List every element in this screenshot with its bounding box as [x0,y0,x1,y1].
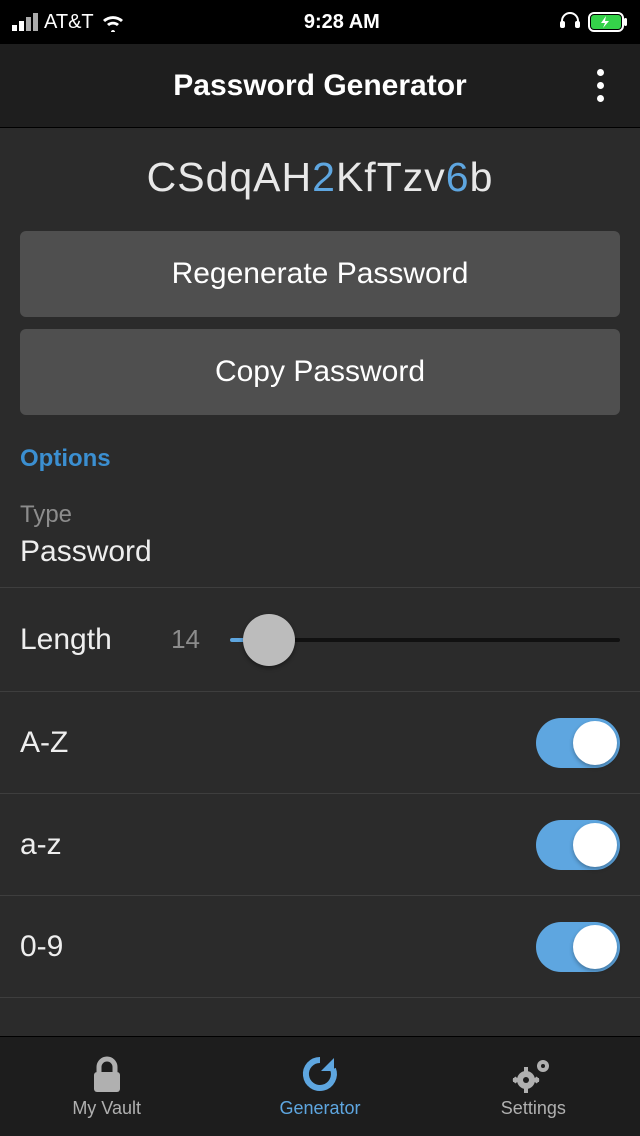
tab-label: Settings [501,1098,566,1119]
gears-icon [511,1054,555,1094]
toggle-label: A-Z [20,726,68,760]
battery-charging-icon [588,12,628,32]
toggle-row-az: A-Z [0,692,640,794]
refresh-icon [300,1054,340,1094]
type-value: Password [20,535,620,569]
type-label: Type [20,501,620,529]
carrier-label: AT&T [44,11,94,34]
slider-thumb[interactable] [243,614,295,666]
toggle-row-09: 0-9 [0,896,640,998]
tab-settings[interactable]: Settings [427,1037,640,1136]
tab-bar: My Vault Generator Settings [0,1036,640,1136]
copy-button[interactable]: Copy Password [20,329,620,415]
more-options-button[interactable] [570,44,630,127]
lock-icon [88,1054,126,1094]
status-right [558,9,628,35]
toggle-switch[interactable] [536,922,620,972]
page-title: Password Generator [173,69,466,103]
generated-password: CSdqAH2KfTzv6b [0,128,640,221]
tab-label: My Vault [72,1098,141,1119]
options-heading: Options [0,427,640,483]
toggle-label: 0-9 [20,930,63,964]
wifi-icon [100,12,126,32]
headphones-icon [558,9,582,35]
action-buttons: Regenerate Password Copy Password [0,221,640,415]
length-value: 14 [160,624,200,655]
regenerate-button[interactable]: Regenerate Password [20,231,620,317]
toggle-label: a-z [20,828,62,862]
status-left: AT&T [12,11,126,34]
length-row: Length 14 [0,588,640,692]
tab-label: Generator [279,1098,360,1119]
toggle-row-az: a-z [0,794,640,896]
type-row[interactable]: Type Password [0,483,640,588]
toggle-switch[interactable] [536,718,620,768]
length-slider[interactable] [230,620,620,660]
tab-generator[interactable]: Generator [213,1037,426,1136]
cellular-signal-icon [12,13,38,31]
app-header: Password Generator [0,44,640,128]
length-label: Length [20,623,130,657]
tab-my-vault[interactable]: My Vault [0,1037,213,1136]
status-bar: AT&T 9:28 AM [0,0,640,44]
toggle-switch[interactable] [536,820,620,870]
clock: 9:28 AM [304,11,380,34]
